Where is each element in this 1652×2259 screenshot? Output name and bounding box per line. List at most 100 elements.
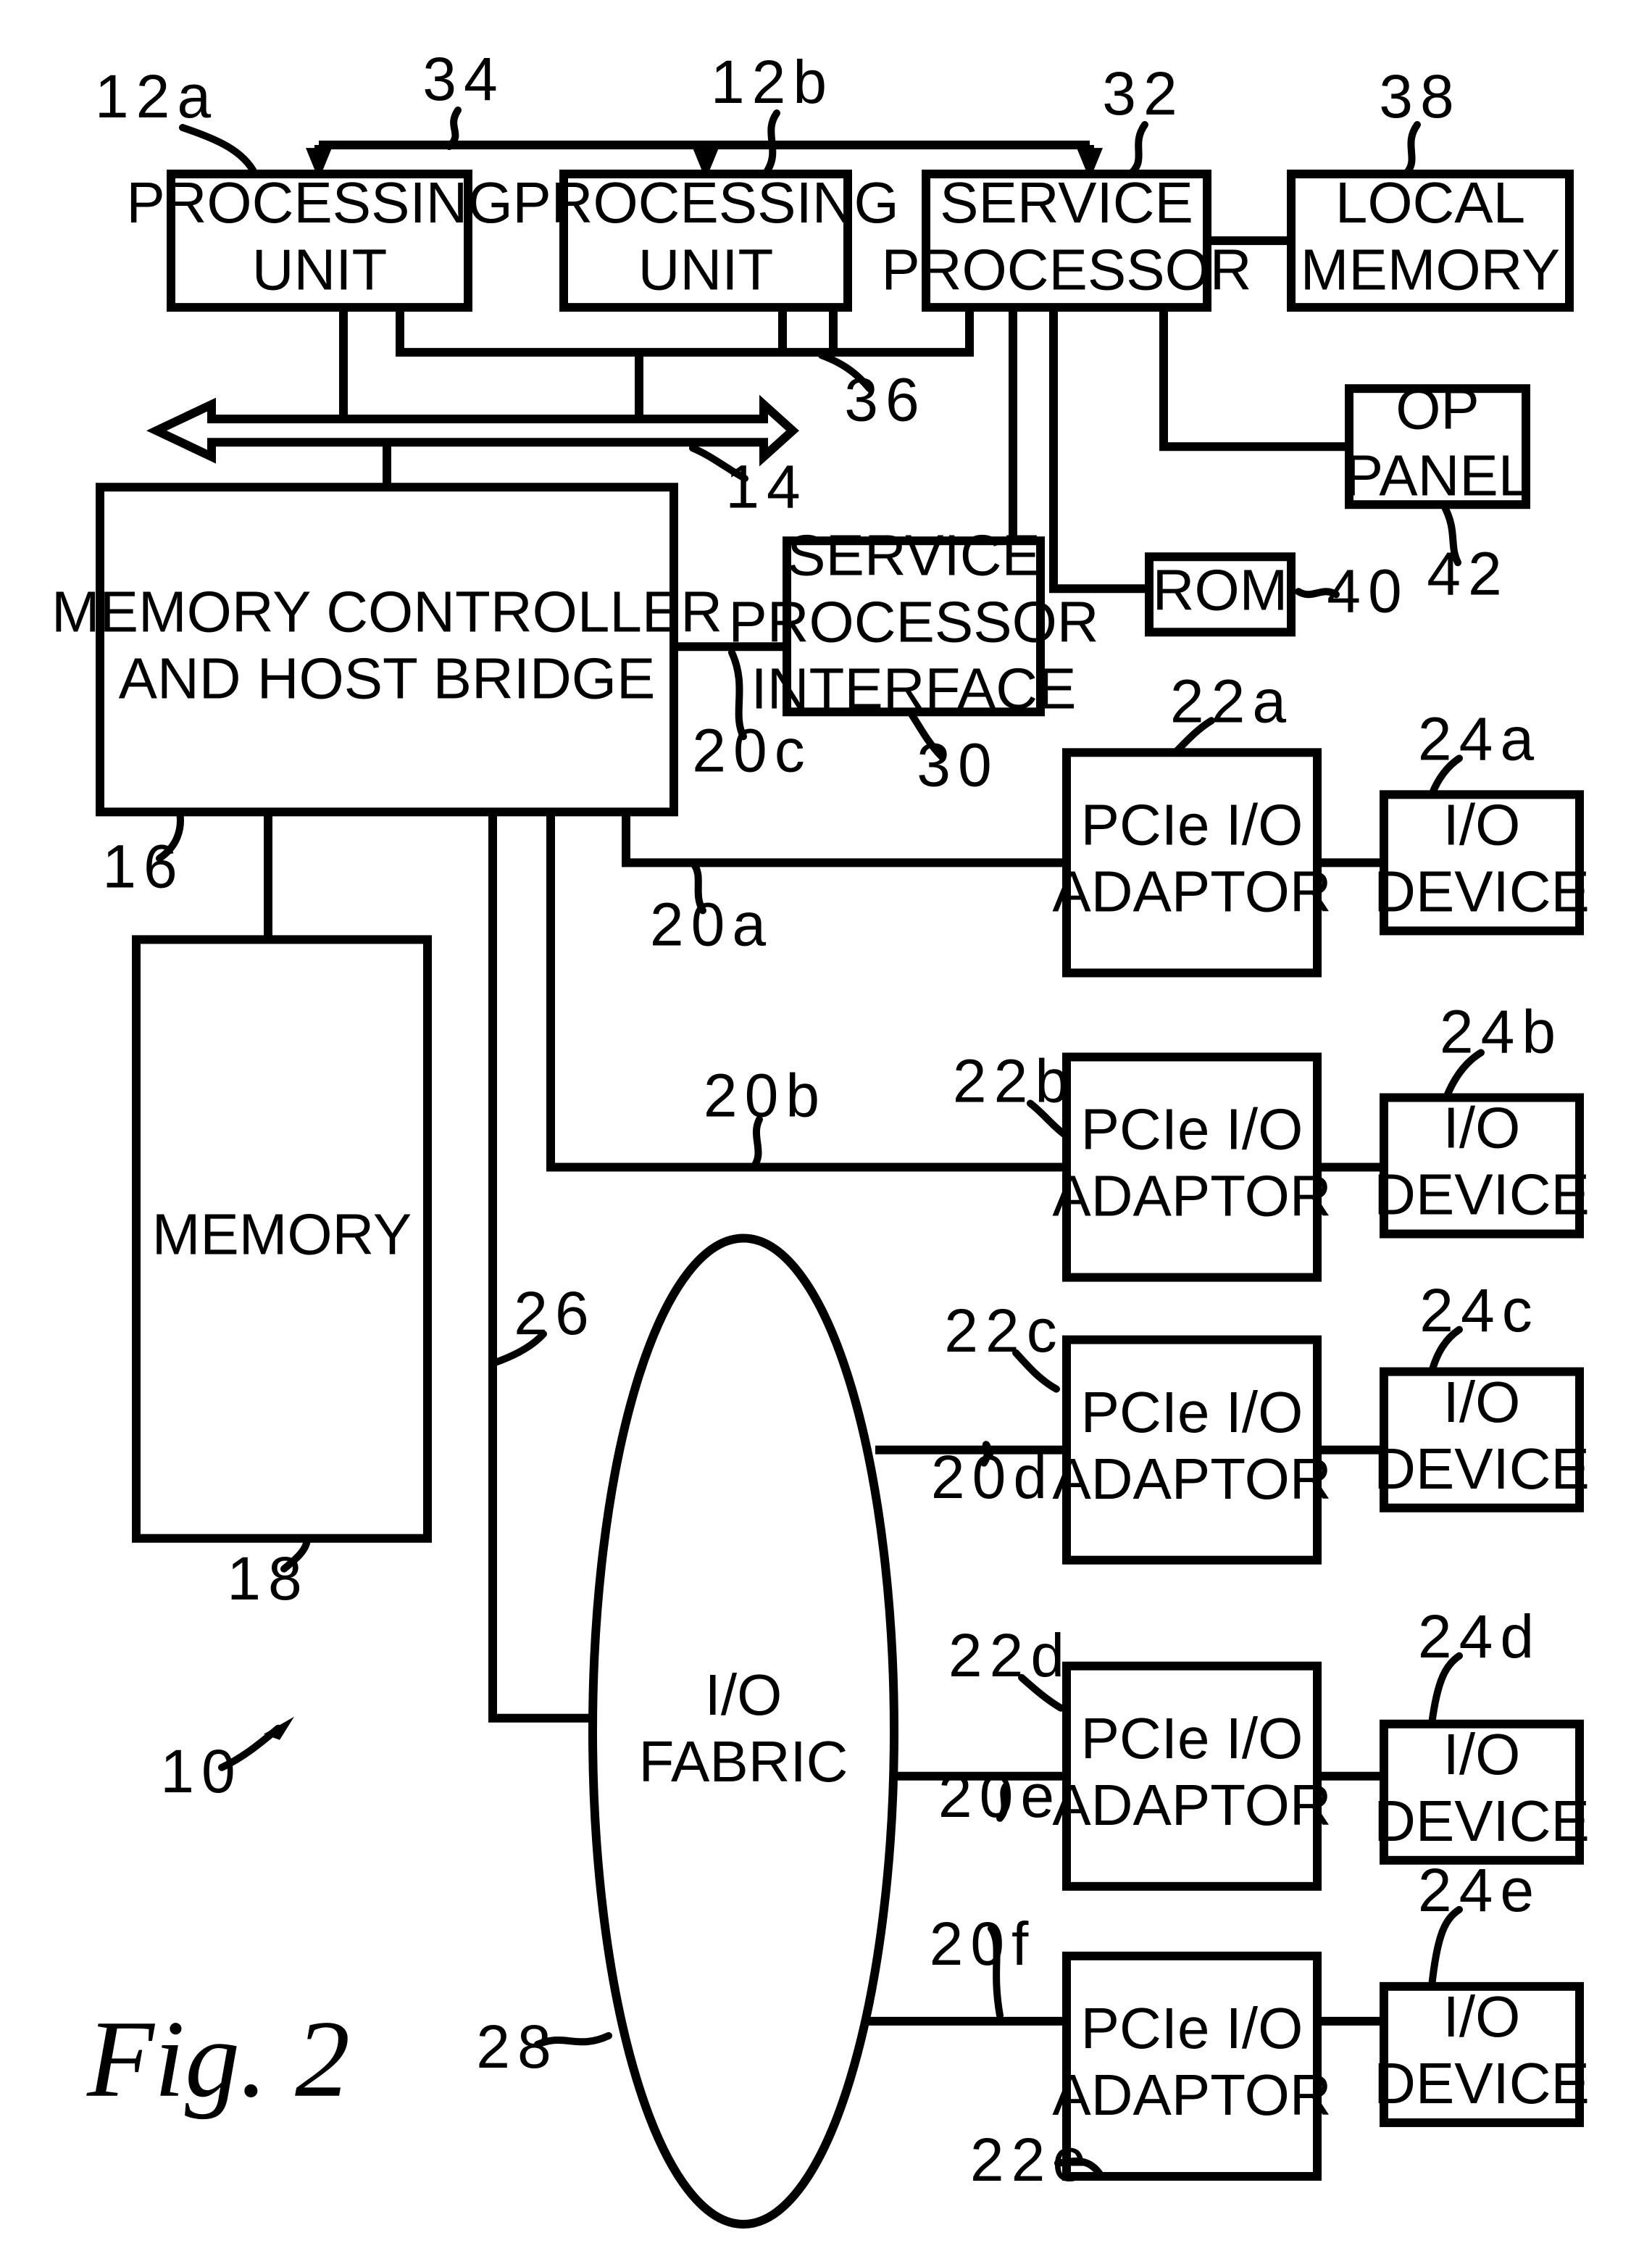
io-device-b-label-line-0: I/O — [1443, 1096, 1521, 1160]
reference-numeral-22b: 22b — [953, 1047, 1076, 1115]
figure-caption: Fig. 2 — [86, 1998, 350, 2120]
processing-unit-a-group: PROCESSINGUNIT — [126, 170, 513, 312]
pcie-io-adaptor-a-group: PCIe I/OADAPTOR — [1052, 748, 1332, 978]
reference-numeral-20f: 20f — [930, 1910, 1036, 1978]
service-processor-label-line-1: PROCESSOR — [881, 237, 1251, 301]
reference-numeral-40: 40 — [1327, 557, 1409, 625]
pcie-io-adaptor-b-label-line-1: ADAPTOR — [1052, 1164, 1331, 1228]
system-block-diagram: I/O FABRIC PROCESSINGUNITPROCESSINGUNITS… — [51, 45, 1590, 2229]
wire-26-to-fabric — [488, 812, 598, 1723]
leader-12a — [179, 124, 259, 178]
pcie-io-adaptor-d-group: PCIe I/OADAPTOR — [1052, 1661, 1332, 1891]
io-fabric-label-line-1: FABRIC — [639, 1729, 848, 1794]
reference-numeral-22a: 22a — [1170, 667, 1293, 735]
rom-group: ROM — [1145, 552, 1296, 637]
service-processor-interface-label-line-0: SERVICE — [787, 523, 1040, 587]
memory-controller-and-host-bridge-label-line-1: AND HOST BRIDGE — [119, 646, 656, 710]
pcie-io-adaptor-d-label-line-0: PCIe I/O — [1081, 1706, 1303, 1771]
reference-numeral-20d: 20d — [931, 1443, 1054, 1511]
pcie-io-adaptor-b-group: PCIe I/OADAPTOR — [1052, 1052, 1332, 1282]
service-processor-label-line-0: SERVICE — [940, 170, 1193, 235]
pcie-io-adaptor-c-label-line-1: ADAPTOR — [1052, 1447, 1331, 1511]
reference-numeral-20c: 20c — [692, 717, 812, 785]
io-device-e-group: I/ODEVICE — [1374, 1981, 1590, 2127]
reference-numeral-16: 16 — [102, 833, 184, 901]
reference-numeral-20e: 20e — [938, 1762, 1061, 1830]
reference-numeral-24d: 24d — [1418, 1602, 1541, 1671]
svcp-to-op-panel — [1159, 307, 1349, 452]
patent-figure-page: I/O FABRIC PROCESSING UNIT PROCESSING UNIT S… — [0, 0, 1652, 2259]
pcie-io-adaptor-b-label-line-0: PCIe I/O — [1081, 1097, 1303, 1162]
pcie-io-adaptor-d-label-line-1: ADAPTOR — [1052, 1773, 1331, 1837]
reference-numeral-30: 30 — [917, 731, 998, 799]
wire-20a — [622, 812, 1067, 868]
io-device-e-label-line-0: I/O — [1443, 1984, 1521, 2049]
io-device-b-group: I/ODEVICE — [1374, 1093, 1590, 1239]
reference-numeral-20b: 20b — [704, 1062, 827, 1130]
local-memory-label-line-0: LOCAL — [1335, 170, 1525, 235]
processing-unit-b-label-line-0: PROCESSING — [512, 170, 898, 235]
processing-unit-b-group: PROCESSINGUNIT — [512, 170, 899, 312]
pcie-io-adaptor-a-label-line-0: PCIe I/O — [1081, 792, 1303, 857]
processing-unit-b-label-line-1: UNIT — [638, 237, 774, 301]
reference-numeral-26: 26 — [514, 1279, 596, 1347]
leader-32 — [1127, 121, 1148, 178]
op-panel-group: OPPANEL — [1345, 376, 1530, 509]
memory-controller-and-host-bridge-group: MEMORY CONTROLLERAND HOST BRIDGE — [51, 483, 722, 817]
reference-numeral-22c: 22c — [944, 1297, 1064, 1365]
reference-numeral-36: 36 — [844, 365, 926, 433]
rom-label-line-0: ROM — [1153, 557, 1288, 622]
reference-numeral-24b: 24b — [1440, 998, 1563, 1066]
reference-numeral-42: 42 — [1427, 539, 1509, 607]
io-device-d-label-line-0: I/O — [1443, 1722, 1521, 1786]
reference-numeral-24e: 24e — [1418, 1856, 1541, 1924]
service-processor-interface-group: SERVICEPROCESSORINTERFACE — [728, 523, 1098, 720]
reference-numeral-28: 28 — [476, 2013, 558, 2081]
service-processor-interface-label-line-1: PROCESSOR — [728, 589, 1098, 654]
reference-numeral-22d: 22d — [948, 1621, 1072, 1689]
io-device-e-label-line-1: DEVICE — [1374, 2051, 1590, 2116]
memory-controller-and-host-bridge-label-line-0: MEMORY CONTROLLER — [51, 579, 722, 644]
io-fabric-group: I/O FABRIC — [588, 1233, 898, 2229]
reference-numeral-34: 34 — [422, 45, 504, 113]
memory-group: MEMORY — [132, 935, 432, 1543]
reference-numeral-14: 14 — [725, 452, 807, 520]
local-memory-group: LOCALMEMORY — [1287, 170, 1574, 312]
service-processor-group: SERVICEPROCESSOR — [881, 170, 1252, 312]
op-panel-label-line-0: OP — [1396, 376, 1480, 441]
leader-38 — [1402, 121, 1421, 178]
pcie-io-adaptor-e-label-line-1: ADAPTOR — [1052, 2063, 1331, 2127]
pcie-io-adaptor-c-group: PCIe I/OADAPTOR — [1052, 1335, 1332, 1565]
svcp-to-rom — [1049, 307, 1149, 594]
reference-numeral-18: 18 — [227, 1544, 309, 1613]
pcie-io-adaptor-e-group: PCIe I/OADAPTOR — [1052, 1951, 1332, 2181]
io-device-c-label-line-1: DEVICE — [1374, 1436, 1590, 1501]
memory-label-line-0: MEMORY — [152, 1202, 412, 1267]
reference-numeral-12b: 12b — [711, 48, 834, 116]
io-device-a-group: I/ODEVICE — [1374, 790, 1590, 936]
io-device-b-label-line-1: DEVICE — [1374, 1162, 1590, 1227]
reference-numeral-20a: 20a — [650, 891, 773, 959]
reference-numeral-12a: 12a — [95, 62, 218, 130]
reference-numeral-10: 10 — [160, 1737, 242, 1805]
pcie-io-adaptor-c-label-line-0: PCIe I/O — [1081, 1380, 1303, 1444]
reference-numeral-32: 32 — [1102, 59, 1184, 128]
io-device-a-label-line-1: DEVICE — [1374, 860, 1590, 924]
leader-34 — [446, 107, 462, 151]
reference-numeral-24a: 24a — [1418, 705, 1541, 773]
reference-numeral-38: 38 — [1379, 62, 1461, 130]
reference-numeral-22e: 22e — [970, 2126, 1093, 2194]
local-memory-label-line-1: MEMORY — [1301, 237, 1561, 301]
io-device-c-group: I/ODEVICE — [1374, 1367, 1590, 1513]
io-fabric-label-line-0: I/O — [705, 1663, 783, 1727]
io-device-a-label-line-0: I/O — [1443, 792, 1521, 857]
processing-unit-a-label-line-1: UNIT — [252, 237, 388, 301]
pcie-io-adaptor-e-label-line-0: PCIe I/O — [1081, 1996, 1303, 2060]
processing-unit-a-label-line-0: PROCESSING — [126, 170, 512, 235]
io-device-c-label-line-0: I/O — [1443, 1370, 1521, 1434]
pcie-io-adaptor-a-label-line-1: ADAPTOR — [1052, 860, 1331, 924]
op-panel-label-line-1: PANEL — [1345, 443, 1530, 507]
io-device-d-group: I/ODEVICE — [1374, 1719, 1590, 1865]
bus-36-path — [396, 307, 974, 357]
io-device-d-label-line-1: DEVICE — [1374, 1789, 1590, 1853]
